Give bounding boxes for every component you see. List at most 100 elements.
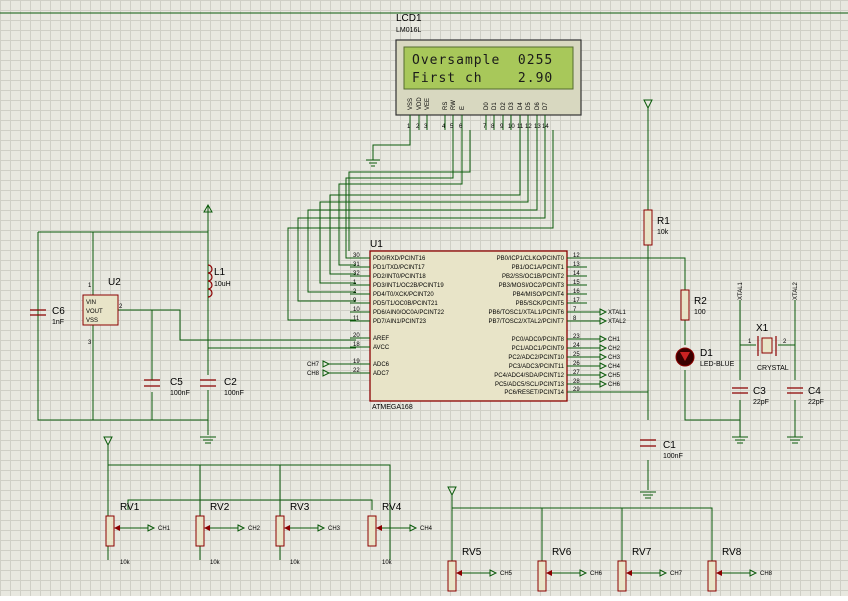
resistor-r2[interactable]: R2 100 <box>680 289 707 321</box>
d1-ref: D1 <box>700 348 713 359</box>
r1-value: 10k <box>657 229 669 236</box>
mcu-pin-number-right: 14 <box>573 271 580 277</box>
net-label-right: CH4 <box>608 364 621 370</box>
schematic[interactable]: LCD1 LM016L Oversample 0255 First ch 2.9… <box>0 0 848 596</box>
mcu-pin-number-right: 24 <box>573 343 580 349</box>
mcu-pin-name-right: PB4/MISO/PCINT4 <box>513 292 565 298</box>
mcu-pin-number-right: 15 <box>573 280 580 286</box>
potentiometer-rv2[interactable]: RV2 CH2 10k <box>195 502 261 566</box>
pot-wiper <box>204 525 210 531</box>
mcu-pin-name-right: PB6/TOSC1/XTAL1/PCINT6 <box>489 310 565 316</box>
pot-wiper <box>456 570 462 576</box>
pot-ref: RV2 <box>210 502 230 513</box>
potentiometer-rv4[interactable]: RV4 CH4 10k <box>367 502 433 566</box>
pot-body <box>195 515 205 547</box>
lcd-module[interactable]: LCD1 LM016L Oversample 0255 First ch 2.9… <box>395 13 582 130</box>
lcd-pin-label: D0 <box>484 102 490 110</box>
pot-ref: RV5 <box>462 547 482 558</box>
mcu-pin-name-left: PD2/INT0/PCINT18 <box>373 274 426 280</box>
lcd-pin-number: 11 <box>517 124 524 130</box>
net-terminal <box>749 569 758 577</box>
c5-ref: C5 <box>170 377 183 388</box>
schematic-canvas[interactable]: LCD1 LM016L Oversample 0255 First ch 2.9… <box>0 0 848 596</box>
mcu-pin-name-right: PC2/ADC2/PCINT10 <box>508 355 564 361</box>
mcu-pin-name-right: PC6/RESET/PCINT14 <box>504 390 564 396</box>
c5-value: 100nF <box>170 390 190 397</box>
xtal2-net-label: XTAL2 <box>793 281 799 300</box>
mcu-pin-number-right: 16 <box>573 289 580 295</box>
net-terminal-right <box>599 308 608 316</box>
pot-wiper <box>716 570 722 576</box>
net-terminal-right <box>599 317 608 325</box>
u2-pin-num-2: 2 <box>119 304 123 310</box>
potentiometer-rv7[interactable]: RV7 CH7 <box>617 547 683 592</box>
potentiometer-rv3[interactable]: RV3 CH3 10k <box>275 502 341 566</box>
x1-pin-1: 1 <box>748 339 752 345</box>
power-terminal-vcc-2 <box>643 99 653 110</box>
l1-ref: L1 <box>214 267 226 278</box>
net-terminal <box>409 524 418 532</box>
pot-value: 10k <box>210 560 221 566</box>
net-terminal-left <box>322 369 331 377</box>
mcu-pin-name-left: AVCC <box>373 345 390 351</box>
lcd-pin-label: D4 <box>518 102 524 110</box>
net-terminal-right <box>599 353 608 361</box>
power-terminal-vcc-4 <box>447 486 457 497</box>
c2-ref: C2 <box>224 377 237 388</box>
r1-ref: R1 <box>657 216 670 227</box>
potentiometer-rv6[interactable]: RV6 CH6 <box>537 547 603 592</box>
lcd-line-1: Oversample 0255 <box>412 53 553 68</box>
inductor-l1[interactable]: L1 10uH <box>207 264 231 298</box>
pot-ref: RV8 <box>722 547 742 558</box>
mcu-pin-number-right: 26 <box>573 361 580 367</box>
u2-pin-num-1: 1 <box>88 283 92 289</box>
capacitor-c2[interactable]: C2 100nF <box>200 377 244 397</box>
lcd-pin-label: RW <box>451 100 457 110</box>
pot-body <box>105 515 115 547</box>
capacitor-c5[interactable]: C5 100nF <box>144 377 190 397</box>
net-terminal-right <box>599 380 608 388</box>
mcu-pin-name-right: PB5/SCK/PCINT5 <box>516 301 565 307</box>
mcu-model: ATMEGA168 <box>372 404 413 411</box>
net-terminal-right <box>599 371 608 379</box>
resistor-r1[interactable]: R1 10k <box>643 209 670 246</box>
pot-body <box>537 560 547 592</box>
net-label-right: CH2 <box>608 346 621 352</box>
capacitor-c1[interactable]: C1 100nF <box>640 439 683 460</box>
mcu-pin-name-left: PD6/AIN0/OC0A/PCINT22 <box>373 310 445 316</box>
u2-pin-vss: VSS <box>86 318 98 324</box>
capacitor-c3[interactable]: C3 22pF <box>732 386 769 406</box>
u2-regulator[interactable]: U2 VIN VOUT VSS 1 2 3 <box>82 277 123 346</box>
u2-pin-vin: VIN <box>86 300 96 306</box>
mcu-pin-number-left: 11 <box>353 316 360 322</box>
potentiometer-rv1[interactable]: RV1 CH1 10k <box>105 502 171 566</box>
lcd-pin-number: 13 <box>534 124 541 130</box>
r2-ref: R2 <box>694 296 707 307</box>
lcd-ref: LCD1 <box>396 13 422 24</box>
mcu-pin-name-right: PC5/ADC5/SCL/PCINT13 <box>495 382 565 388</box>
c3-value: 22pF <box>753 399 769 406</box>
lcd-pin-label: D7 <box>543 102 549 110</box>
mcu-pin-number-left: 20 <box>353 333 360 339</box>
potentiometer-rv8[interactable]: RV8 CH8 <box>707 547 773 592</box>
x1-pin-2: 2 <box>783 339 787 345</box>
capacitor-c6[interactable]: C6 1nF <box>30 306 65 326</box>
crystal-x1[interactable]: X1 CRYSTAL 1 2 <box>748 323 789 372</box>
pot-net-label: CH2 <box>248 526 261 532</box>
pot-net-label: CH6 <box>590 571 603 577</box>
c6-value: 1nF <box>52 319 64 326</box>
pot-body <box>707 560 717 592</box>
c3-ref: C3 <box>753 386 766 397</box>
led-d1[interactable]: D1 LED-BLUE <box>675 347 735 368</box>
pot-wiper <box>376 525 382 531</box>
d1-value: LED-BLUE <box>700 361 735 368</box>
lcd-model: LM016L <box>396 27 421 34</box>
potentiometer-rv5[interactable]: RV5 CH5 <box>447 547 513 592</box>
mcu-pin-name-left: PD5/T1/OC0B/PCINT21 <box>373 301 438 307</box>
mcu-pin-number-right: 25 <box>573 352 580 358</box>
capacitor-c4[interactable]: C4 22pF <box>787 386 824 406</box>
net-terminal <box>237 524 246 532</box>
mcu-pin-name-right: PB1/OC1A/PCINT1 <box>512 265 565 271</box>
mcu-ref: U1 <box>370 239 383 250</box>
mcu-pin-name-right: PC0/ADC0/PCINT8 <box>512 337 565 343</box>
